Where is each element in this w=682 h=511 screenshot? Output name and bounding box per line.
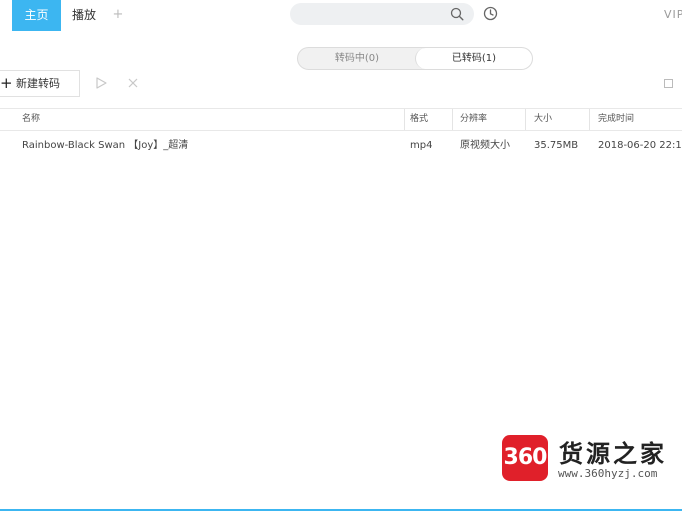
new-conversion-label: 新建转码 <box>16 77 60 90</box>
top-bar: 主页 播放 + VIP <box>0 0 682 31</box>
status-segmented-control: 转码中(0) 已转码(1) <box>297 47 533 70</box>
cell-size: 35.75MB <box>534 140 579 151</box>
column-header-time[interactable]: 完成时间 <box>598 109 634 130</box>
column-header-name[interactable]: 名称 <box>22 109 40 130</box>
cell-name: Rainbow-Black Swan 【Joy】_超清 <box>22 140 189 151</box>
column-divider[interactable] <box>525 109 526 130</box>
column-divider[interactable] <box>404 109 405 130</box>
column-header-resolution[interactable]: 分辨率 <box>460 109 487 130</box>
column-header-format[interactable]: 格式 <box>410 109 428 130</box>
tab-converted[interactable]: 已转码(1) <box>415 48 532 69</box>
play-icon[interactable] <box>95 77 107 89</box>
cell-resolution: 原视频大小 <box>460 140 510 151</box>
select-all-checkbox[interactable] <box>664 79 673 88</box>
history-icon[interactable] <box>483 6 498 21</box>
cell-format: mp4 <box>410 140 433 151</box>
search-icon[interactable] <box>450 7 464 21</box>
watermark-logo: 360 <box>502 435 548 481</box>
add-tab-button[interactable]: + <box>111 0 125 30</box>
watermark-title: 货源之家 <box>559 439 667 468</box>
tab-home[interactable]: 主页 <box>12 0 61 31</box>
cell-time: 2018-06-20 22:19 <box>598 140 682 151</box>
table-row[interactable]: Rainbow-Black Swan 【Joy】_超清 mp4 原视频大小 35… <box>0 132 682 160</box>
tab-converting[interactable]: 转码中(0) <box>298 48 416 69</box>
tab-play[interactable]: 播放 <box>61 0 107 30</box>
column-divider[interactable] <box>452 109 453 130</box>
table-header: 名称 格式 分辨率 大小 完成时间 <box>0 108 682 131</box>
column-header-size[interactable]: 大小 <box>534 109 552 130</box>
new-conversion-button[interactable]: + 新建转码 <box>0 70 80 97</box>
watermark-url: www.360hyzj.com <box>558 467 658 480</box>
search-input[interactable] <box>290 3 474 25</box>
close-icon[interactable] <box>128 78 138 88</box>
vip-link[interactable]: VIP <box>664 0 682 30</box>
column-divider[interactable] <box>589 109 590 130</box>
plus-icon: + <box>0 74 13 92</box>
